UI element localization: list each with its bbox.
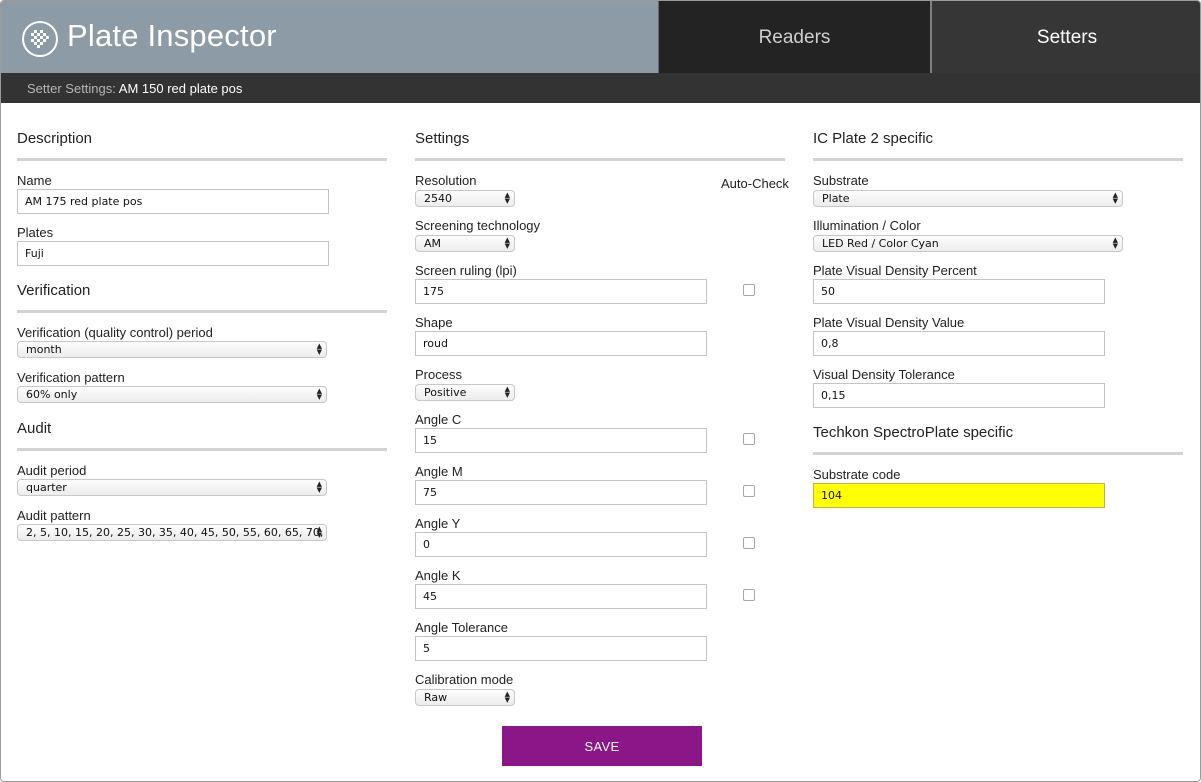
process-label: Process [415,367,462,382]
audit-pattern-value: 2, 5, 10, 15, 20, 25, 30, 35, 40, 45, 50… [26,526,327,539]
save-button[interactable]: SAVE [502,726,702,766]
select-arrows-icon: ▲ ▼ [504,690,510,704]
angle-m-input[interactable]: 75 [415,480,707,505]
name-label: Name [17,173,52,188]
substrate-label: Substrate [813,173,869,188]
breadcrumb-label: Setter Settings: [27,81,116,96]
section-divider [813,452,1183,455]
substrate-code-label: Substrate code [813,467,901,482]
ruling-label: Screen ruling (lpi) [415,263,517,278]
verification-period-label: Verification (quality control) period [17,325,213,340]
audit-pattern-select[interactable]: 2, 5, 10, 15, 20, 25, 30, 35, 40, 45, 50… [17,524,327,541]
brand-area: Plate Inspector [1,1,658,73]
angle-tolerance-input[interactable]: 5 [415,636,707,661]
angle-m-label: Angle M [415,464,463,479]
tab-setters[interactable]: Setters [932,1,1200,73]
density-value-label: Plate Visual Density Value [813,315,965,330]
verification-pattern-select[interactable]: 60% only ▲ ▼ [17,386,327,403]
auto-check-heading: Auto-Check [721,176,789,191]
select-arrows-icon: ▲ ▼ [504,236,510,250]
description-heading: Description [17,130,93,147]
select-arrows-icon: ▲ ▼ [316,342,322,356]
verification-pattern-value: 60% only [26,388,78,401]
illumination-label: Illumination / Color [813,218,921,233]
top-bar: Plate Inspector Readers Setters [1,1,1200,73]
techkon-heading: Techkon SpectroPlate specific [813,424,1014,441]
density-percent-label: Plate Visual Density Percent [813,263,977,278]
substrate-select[interactable]: Plate ▲ ▼ [813,190,1123,207]
ic-plate-heading: IC Plate 2 specific [813,130,934,147]
section-divider [415,158,785,161]
resolution-value: 2540 [424,192,452,205]
ruling-auto-check-checkbox[interactable] [743,284,755,296]
angle-m-auto-check-checkbox[interactable] [743,485,755,497]
angle-tolerance-label: Angle Tolerance [415,620,508,635]
section-divider [17,310,387,313]
angle-c-auto-check-checkbox[interactable] [743,433,755,445]
plates-label: Plates [17,225,54,240]
angle-k-auto-check-checkbox[interactable] [743,589,755,601]
screening-select[interactable]: AM ▲ ▼ [415,235,515,252]
resolution-select[interactable]: 2540 ▲ ▼ [415,190,515,207]
illumination-select[interactable]: LED Red / Color Cyan ▲ ▼ [813,235,1123,252]
angle-y-auto-check-checkbox[interactable] [743,537,755,549]
section-divider [17,448,387,451]
angle-c-input[interactable]: 15 [415,428,707,453]
name-input[interactable]: AM 175 red plate pos [17,189,329,214]
verification-heading: Verification [17,282,91,299]
breadcrumb: Setter Settings: AM 150 red plate pos [1,73,1200,103]
audit-period-value: quarter [26,481,67,494]
shape-input[interactable]: roud [415,331,707,356]
section-divider [813,158,1183,161]
tab-readers[interactable]: Readers [659,1,930,73]
angle-y-input[interactable]: 0 [415,532,707,557]
select-arrows-icon: ▲ ▼ [1112,191,1118,205]
angle-k-input[interactable]: 45 [415,584,707,609]
section-divider [17,158,387,161]
select-arrows-icon: ▲ ▼ [1112,236,1118,250]
select-arrows-icon: ▲ ▼ [316,480,322,494]
select-arrows-icon: ▲ ▼ [316,525,322,539]
select-arrows-icon: ▲ ▼ [316,387,322,401]
checker-logo-icon [22,21,58,57]
plates-input[interactable]: Fuji [17,241,329,266]
angle-k-label: Angle K [415,568,461,583]
audit-period-select[interactable]: quarter ▲ ▼ [17,479,327,496]
screening-label: Screening technology [415,218,541,233]
calibration-select[interactable]: Raw ▲ ▼ [415,689,515,706]
breadcrumb-current: AM 150 red plate pos [118,81,243,96]
audit-period-label: Audit period [17,463,87,478]
verification-period-select[interactable]: month ▲ ▼ [17,341,327,358]
resolution-label: Resolution [415,173,477,188]
density-tolerance-label: Visual Density Tolerance [813,367,955,382]
substrate-code-input[interactable]: 104 [813,483,1105,508]
calibration-label: Calibration mode [415,672,514,687]
settings-heading: Settings [415,130,470,147]
app-window: Plate Inspector Readers Setters Setter S… [0,0,1201,782]
process-value: Positive [424,386,467,399]
screening-value: AM [424,237,442,250]
verification-pattern-label: Verification pattern [17,370,125,385]
density-tolerance-input[interactable]: 0,15 [813,383,1105,408]
ruling-input[interactable]: 175 [415,279,707,304]
angle-c-label: Angle C [415,412,462,427]
select-arrows-icon: ▲ ▼ [504,385,510,399]
substrate-value: Plate [822,192,850,205]
shape-label: Shape [415,315,453,330]
audit-pattern-label: Audit pattern [17,508,91,523]
angle-y-label: Angle Y [415,516,461,531]
density-value-input[interactable]: 0,8 [813,331,1105,356]
app-title: Plate Inspector [67,18,277,53]
density-percent-input[interactable]: 50 [813,279,1105,304]
audit-heading: Audit [17,420,52,437]
verification-period-value: month [26,343,62,356]
illumination-value: LED Red / Color Cyan [822,237,939,250]
process-select[interactable]: Positive ▲ ▼ [415,384,515,401]
select-arrows-icon: ▲ ▼ [504,191,510,205]
calibration-value: Raw [424,691,448,704]
